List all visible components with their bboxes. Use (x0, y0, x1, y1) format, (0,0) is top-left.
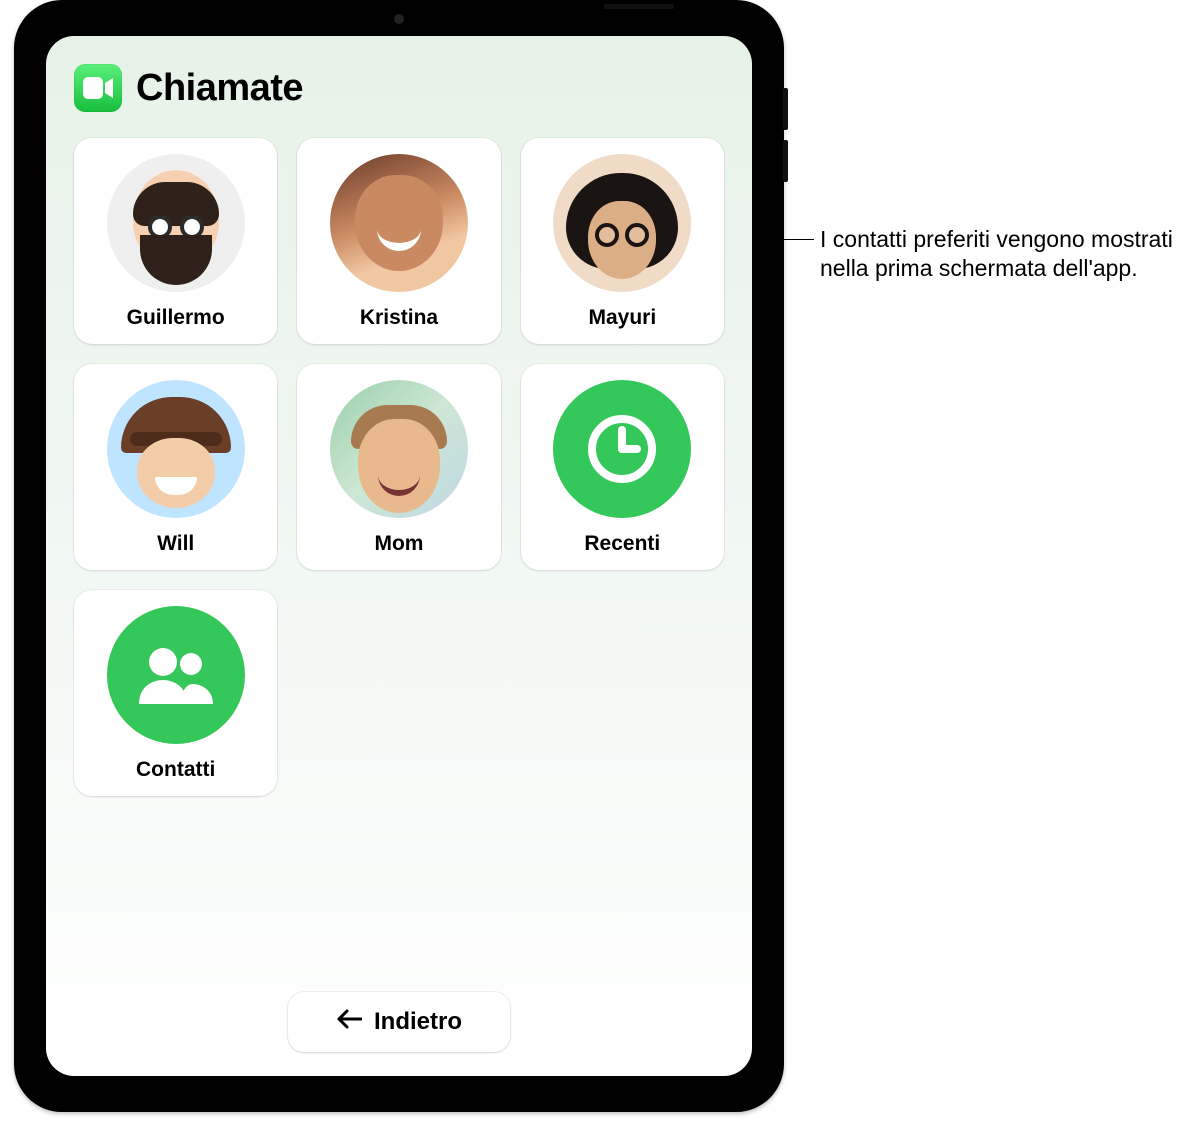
power-button (604, 4, 674, 9)
callout-text: I contatti preferiti vengono mostrati ne… (820, 225, 1200, 284)
avatar (107, 380, 245, 518)
app-header: Chiamate (74, 64, 724, 112)
contact-name: Guillermo (127, 306, 225, 330)
back-button[interactable]: Indietro (288, 992, 510, 1052)
back-label: Indietro (374, 1008, 462, 1036)
people-icon (107, 606, 245, 744)
annotation-callout: I contatti preferiti vengono mostrati ne… (770, 225, 1200, 284)
avatar (553, 154, 691, 292)
volume-down-button (783, 140, 788, 182)
avatar (330, 154, 468, 292)
contacts-tile[interactable]: Contatti (74, 590, 277, 796)
volume-up-button (783, 88, 788, 130)
arrow-left-icon (336, 1008, 362, 1036)
contact-tile-will[interactable]: Will (74, 364, 277, 570)
footer: Indietro (74, 968, 724, 1052)
tile-label: Contatti (136, 758, 215, 782)
contact-name: Kristina (360, 306, 438, 330)
contact-grid: Guillermo Kristina Mayuri (74, 138, 724, 796)
contact-tile-mom[interactable]: Mom (297, 364, 500, 570)
app-screen: Chiamate Guillermo Kristina (46, 36, 752, 1076)
avatar (330, 380, 468, 518)
contact-tile-guillermo[interactable]: Guillermo (74, 138, 277, 344)
page-title: Chiamate (136, 67, 303, 110)
recents-tile[interactable]: Recenti (521, 364, 724, 570)
avatar (107, 154, 245, 292)
callout-leader-line (770, 239, 814, 240)
tile-label: Recenti (584, 532, 660, 556)
ipad-device-frame: Chiamate Guillermo Kristina (14, 0, 784, 1112)
contact-tile-kristina[interactable]: Kristina (297, 138, 500, 344)
clock-icon (553, 380, 691, 518)
contact-name: Mayuri (588, 306, 656, 330)
contact-name: Mom (374, 532, 423, 556)
contact-tile-mayuri[interactable]: Mayuri (521, 138, 724, 344)
facetime-icon (74, 64, 122, 112)
contact-name: Will (157, 532, 194, 556)
